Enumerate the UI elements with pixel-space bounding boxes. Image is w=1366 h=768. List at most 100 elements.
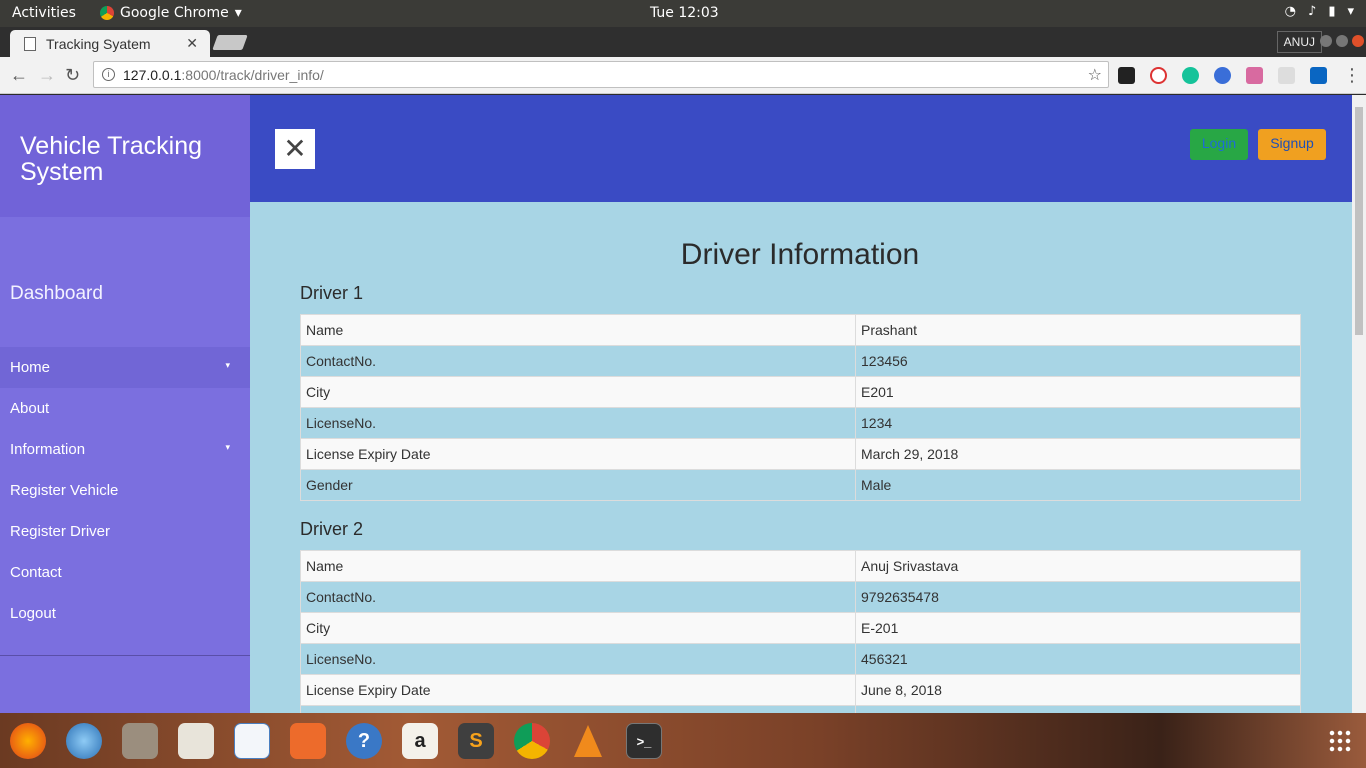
- signup-button[interactable]: Signup: [1258, 129, 1326, 160]
- sidebar-item-label: Register Vehicle: [10, 482, 119, 499]
- field-value: June 8, 2018: [855, 674, 1301, 706]
- dock: ? a S >_: [0, 713, 1366, 768]
- field-label: Name: [300, 314, 856, 346]
- table-row: Name Anuj Srivastava: [300, 550, 1301, 582]
- divider: [0, 655, 250, 656]
- sidebar-item-home[interactable]: Home ▾: [0, 347, 250, 388]
- app-menu[interactable]: Google Chrome ▾: [100, 5, 242, 21]
- browser-tab[interactable]: Tracking Syatem ✕: [10, 30, 210, 57]
- table-row: Gender Male: [300, 469, 1301, 501]
- driver-title: Driver 2: [300, 519, 364, 539]
- firefox-icon[interactable]: [10, 723, 46, 759]
- tab-strip: Tracking Syatem ✕: [0, 27, 1366, 57]
- chevron-down-icon: ▾: [225, 442, 230, 452]
- back-icon[interactable]: ←: [10, 65, 28, 86]
- sidebar-item-label: Home: [10, 359, 51, 376]
- sidebar-item-register-vehicle[interactable]: Register Vehicle: [0, 470, 250, 511]
- driver-table: Name Prashant ContactNo. 123456 City E201 L…: [300, 314, 1301, 501]
- grammarly-icon[interactable]: [1182, 67, 1199, 84]
- page-title: Driver Information: [680, 238, 920, 271]
- clock[interactable]: Tue 12:03: [650, 5, 719, 21]
- sidebar-item-register-driver[interactable]: Register Driver: [0, 511, 250, 552]
- field-value: 9792635478: [855, 581, 1301, 613]
- field-label: License Expiry Date: [300, 438, 856, 470]
- close-tab-icon[interactable]: ✕: [186, 35, 198, 52]
- page-scrollbar[interactable]: [1352, 95, 1366, 713]
- help-icon[interactable]: ?: [346, 723, 382, 759]
- rhythmbox-icon[interactable]: [178, 723, 214, 759]
- software-center-icon[interactable]: [290, 723, 326, 759]
- url-host: 127.0.0.1: [123, 66, 182, 83]
- adblock-icon[interactable]: [1150, 67, 1167, 84]
- extension-icon[interactable]: [1246, 67, 1263, 84]
- battery-icon: ▮: [1328, 4, 1336, 19]
- url-path: :8000/track/driver_info/: [181, 66, 324, 83]
- field-value: Male: [855, 469, 1301, 501]
- sidebar-toggle-button[interactable]: ✕: [275, 129, 315, 169]
- field-value: 123456: [855, 345, 1301, 377]
- login-button[interactable]: Login: [1190, 129, 1248, 160]
- profile-button[interactable]: ANUJ: [1276, 31, 1322, 53]
- sidebar-item-contact[interactable]: Contact: [0, 552, 250, 593]
- field-label: ContactNo.: [300, 581, 856, 613]
- sidebar-item-label: Register Driver: [10, 523, 111, 540]
- vlc-icon[interactable]: [570, 723, 606, 759]
- activities-button[interactable]: Activities: [12, 5, 76, 21]
- forward-icon[interactable]: →: [38, 65, 56, 86]
- menu-icon[interactable]: ⋮: [1343, 65, 1361, 86]
- field-value: [855, 705, 1301, 713]
- minimize-button[interactable]: [1320, 35, 1332, 47]
- table-row: [300, 705, 1301, 713]
- reload-icon[interactable]: ↻: [65, 65, 80, 86]
- address-bar[interactable]: i 127.0.0.1:8000/track/driver_info/ ☆: [93, 61, 1109, 88]
- field-value: 1234: [855, 407, 1301, 439]
- wifi-icon: ◔: [1284, 4, 1297, 19]
- chrome-icon[interactable]: [514, 723, 550, 759]
- field-value: Prashant: [855, 314, 1301, 346]
- terminal-icon[interactable]: >_: [626, 723, 662, 759]
- field-value: Anuj Srivastava: [855, 550, 1301, 582]
- table-row: ContactNo. 9792635478: [300, 581, 1301, 613]
- tab-title: Tracking Syatem: [46, 35, 151, 52]
- sidebar-item-label: About: [10, 400, 50, 417]
- linkedin-icon[interactable]: [1310, 67, 1327, 84]
- maximize-button[interactable]: [1336, 35, 1348, 47]
- dashboard-label: Dashboard: [10, 283, 103, 304]
- chevron-down-icon: ▾: [234, 5, 242, 21]
- app-menu-label: Google Chrome: [120, 5, 229, 21]
- sidebar-item-about[interactable]: About: [0, 388, 250, 429]
- field-label: Name: [300, 550, 856, 582]
- sidebar-menu: Home ▾ About Information ▾ Register Vehi…: [0, 347, 250, 634]
- field-label: City: [300, 376, 856, 408]
- show-applications-icon[interactable]: [1328, 729, 1352, 753]
- driver-title: Driver 1: [300, 283, 364, 303]
- sublime-text-icon[interactable]: S: [458, 723, 494, 759]
- files-icon[interactable]: [122, 723, 158, 759]
- browser-toolbar: ← → ↻ i 127.0.0.1:8000/track/driver_info…: [0, 57, 1366, 94]
- system-tray[interactable]: ◔ ♪ ▮ ▾: [1285, 4, 1354, 19]
- sidebar-item-information[interactable]: Information ▾: [0, 429, 250, 470]
- thunderbird-icon[interactable]: [66, 723, 102, 759]
- sidebar-item-label: Logout: [10, 605, 56, 622]
- field-label: LicenseNo.: [300, 643, 856, 675]
- table-row: License Expiry Date June 8, 2018: [300, 674, 1301, 706]
- chevron-down-icon: ▾: [1347, 4, 1354, 19]
- info-icon[interactable]: i: [102, 68, 115, 81]
- table-row: Name Prashant: [300, 314, 1301, 346]
- extension-icon[interactable]: [1214, 67, 1231, 84]
- close-window-button[interactable]: [1352, 35, 1364, 47]
- sidebar-item-logout[interactable]: Logout: [0, 593, 250, 634]
- new-tab-button[interactable]: [212, 35, 248, 50]
- field-value: E-201: [855, 612, 1301, 644]
- field-label: License Expiry Date: [300, 674, 856, 706]
- brand-title[interactable]: Vehicle Tracking System: [0, 95, 250, 217]
- field-value: E201: [855, 376, 1301, 408]
- table-row: License Expiry Date March 29, 2018: [300, 438, 1301, 470]
- libreoffice-writer-icon[interactable]: [234, 723, 270, 759]
- field-label: City: [300, 612, 856, 644]
- scrollbar-thumb[interactable]: [1355, 107, 1363, 335]
- bookmark-star-icon[interactable]: ☆: [1088, 65, 1102, 85]
- extension-icon[interactable]: [1118, 67, 1135, 84]
- mail-icon[interactable]: [1278, 67, 1295, 84]
- amazon-icon[interactable]: a: [402, 723, 438, 759]
